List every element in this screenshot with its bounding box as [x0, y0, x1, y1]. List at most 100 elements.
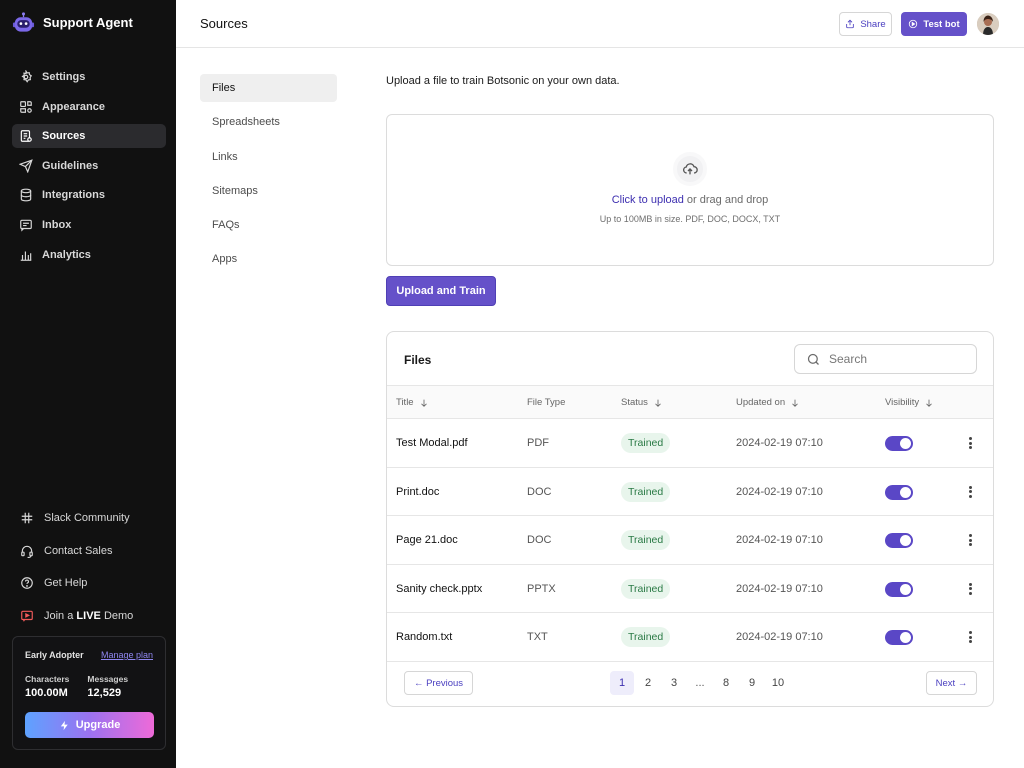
table-row[interactable]: Sanity check.pptx PPTX Trained 2024-02-1… [387, 565, 993, 614]
drag-drop-text: or drag and drop [683, 194, 769, 206]
sidebar-item-guidelines[interactable]: Guidelines [12, 154, 166, 178]
row-file-type: DOC [527, 534, 552, 547]
page-number[interactable]: 3 [662, 671, 686, 695]
live-demo-link[interactable]: Join a LIVE Demo [20, 604, 170, 628]
row-file-type: DOC [527, 485, 552, 498]
get-help-link[interactable]: Get Help [20, 571, 170, 595]
share-icon [846, 19, 855, 29]
live-demo-suffix: Demo [103, 609, 134, 622]
visibility-toggle[interactable] [885, 484, 913, 500]
page-number[interactable]: 1 [610, 671, 634, 695]
table-row[interactable]: Print.doc DOC Trained 2024-02-19 07:10 [387, 468, 993, 517]
row-title: Page 21.doc [396, 534, 458, 547]
sidebar-item-label: Settings [42, 71, 86, 83]
status-badge: Trained [621, 433, 671, 453]
sidebar-item-label: Guidelines [42, 159, 99, 172]
contact-sales-link[interactable]: Contact Sales [20, 539, 170, 563]
video-icon [21, 610, 33, 622]
table-row[interactable]: Test Modal.pdf PDF Trained 2024-02-19 07… [387, 419, 993, 468]
click-to-upload-link[interactable]: Click to upload [612, 194, 684, 206]
messages-stat: Messages 12,529 [87, 674, 128, 699]
more-options-icon[interactable] [965, 484, 975, 500]
plan-card: Early Adopter Manage plan Characters 100… [12, 636, 166, 750]
get-help-label: Get Help [44, 577, 88, 589]
page-number[interactable]: 8 [714, 671, 738, 695]
visibility-toggle[interactable] [885, 533, 913, 549]
page-title: Sources [200, 16, 248, 31]
status-badge: Trained [621, 481, 671, 502]
column-status-label: Status [621, 397, 648, 408]
lightning-icon [60, 720, 68, 730]
slack-community-link[interactable]: Slack Community [20, 506, 170, 530]
row-updated-on: 2024-02-19 07:10 [736, 534, 823, 547]
visibility-toggle[interactable] [885, 581, 913, 597]
upgrade-label: Upgrade [75, 719, 121, 731]
messages-value: 12,529 [87, 687, 122, 699]
status-badge: Trained [621, 578, 671, 599]
sidebar-item-integrations[interactable]: Integrations [12, 183, 166, 207]
database-icon [20, 188, 32, 202]
sidebar-item-settings[interactable]: Settings [12, 65, 166, 89]
table-row[interactable]: Random.txt TXT Trained 2024-02-19 07:10 [387, 613, 993, 662]
page-number[interactable]: 10 [766, 671, 790, 695]
dropzone-hint: Up to 100MB in size. PDF, DOC, DOCX, TXT [599, 214, 781, 224]
sidebar-item-analytics[interactable]: Analytics [12, 243, 166, 267]
sidebar-item-inbox[interactable]: Inbox [12, 213, 166, 237]
sidebar-item-label: Sources [42, 130, 86, 143]
headset-icon [21, 545, 33, 558]
help-circle-icon [21, 577, 33, 589]
more-options-icon[interactable] [965, 435, 975, 451]
table-row[interactable]: Page 21.doc DOC Trained 2024-02-19 07:10 [387, 516, 993, 565]
column-header-updated-on[interactable]: Updated on [736, 397, 800, 408]
row-title: Print.doc [396, 485, 440, 498]
characters-label: Characters [25, 674, 70, 684]
column-title-label: Title [396, 397, 414, 408]
plan-name: Early Adopter [25, 650, 84, 660]
column-header-title[interactable]: Title [396, 397, 429, 408]
sidebar-item-sources[interactable]: Sources [12, 124, 166, 149]
more-options-icon[interactable] [965, 629, 975, 645]
slack-community-label: Slack Community [44, 512, 130, 524]
avatar[interactable] [977, 13, 999, 35]
arrow-down-icon [792, 399, 798, 407]
visibility-toggle[interactable] [885, 630, 913, 646]
subnav-item-faqs[interactable]: FAQs [200, 211, 337, 239]
arrow-down-icon [926, 399, 932, 407]
plan-header: Early Adopter Manage plan [25, 650, 153, 660]
subnav-item-spreadsheets[interactable]: Spreadsheets [200, 108, 337, 136]
visibility-toggle[interactable] [885, 436, 913, 451]
page-number[interactable]: 2 [636, 671, 660, 695]
column-header-visibility[interactable]: Visibility [885, 397, 934, 408]
more-options-icon[interactable] [965, 532, 975, 548]
search-input[interactable] [829, 352, 969, 366]
row-file-type: TXT [527, 631, 548, 644]
more-options-icon[interactable] [965, 581, 975, 597]
subnav-item-sitemaps[interactable]: Sitemaps [200, 177, 337, 205]
inbox-icon [20, 219, 32, 232]
subnav-item-files[interactable]: Files [200, 74, 337, 102]
column-header-status[interactable]: Status [621, 397, 663, 408]
search-box[interactable] [794, 344, 977, 374]
slack-icon [21, 512, 33, 524]
sources-icon [20, 130, 32, 143]
file-dropzone[interactable]: Click to upload or drag and drop Up to 1… [386, 114, 994, 266]
manage-plan-link[interactable]: Manage plan [101, 650, 153, 660]
live-demo-bold: LIVE [76, 609, 101, 622]
brand[interactable]: Support Agent [12, 11, 133, 34]
column-header-file-type[interactable]: File Type [527, 397, 565, 408]
upgrade-button[interactable]: Upgrade [25, 712, 154, 738]
live-demo-prefix: Join a [44, 609, 74, 622]
upload-and-train-button[interactable]: Upload and Train [386, 276, 496, 306]
subnav-item-apps[interactable]: Apps [200, 245, 337, 273]
share-button[interactable]: Share [839, 12, 892, 36]
test-bot-button[interactable]: Test bot [901, 12, 967, 36]
previous-page-button[interactable]: ← Previous [404, 671, 473, 695]
sidebar-item-appearance[interactable]: Appearance [12, 95, 166, 119]
page-number[interactable]: 9 [740, 671, 764, 695]
next-page-button[interactable]: Next → [926, 671, 977, 695]
table-title: Files [404, 353, 432, 367]
play-circle-icon [909, 19, 918, 29]
gear-icon [21, 70, 33, 83]
subnav-item-links[interactable]: Links [200, 143, 337, 171]
table-header: Title File Type Status Updated on Visibi… [387, 385, 993, 419]
